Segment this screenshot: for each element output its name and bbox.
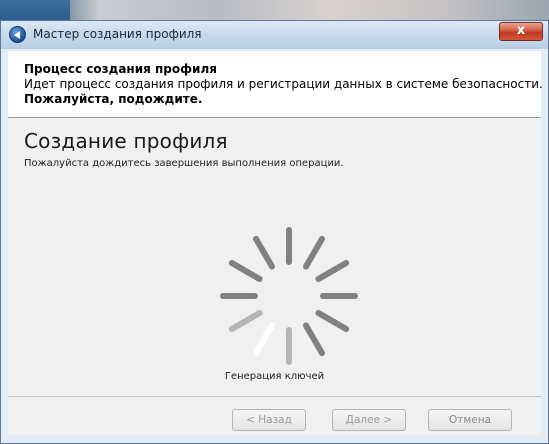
wizard-header: Процесс создания профиля Идет процесс со… [8,51,543,118]
back-button[interactable]: < Назад [232,409,306,431]
wizard-content: Процесс создания профиля Идет процесс со… [8,51,543,435]
wizard-app-icon [9,26,26,43]
footer-divider [8,396,541,397]
header-title: Процесс создания профиля [24,62,217,76]
window-title: Мастер создания профиля [33,27,202,41]
cancel-button[interactable]: Отмена [428,409,512,431]
wizard-window: Мастер создания профиля x Процесс создан… [0,20,549,444]
next-button[interactable]: Далее > [332,409,406,431]
spinner-spoke [253,235,275,270]
spinner-spoke [303,322,325,357]
title-bar[interactable]: Мастер создания профиля x [1,21,548,49]
header-wait-text: Пожалуйста, подождите. [24,92,203,106]
spinner-spoke [253,322,275,357]
desktop-background [0,0,549,22]
header-description: Идет процесс создания профиля и регистра… [24,77,543,91]
section-subtitle: Пожалуйста дождитесь завершения выполнен… [24,158,344,169]
desktop-taskbar-corner [0,0,70,22]
spinner-spoke [228,260,263,282]
spinner-spoke [303,235,325,270]
spinner-spoke [315,310,350,332]
spinner-spoke [315,260,350,282]
loading-spinner-icon [220,227,358,365]
close-button[interactable]: x [499,22,543,41]
status-text: Генерация ключей [224,371,325,382]
spinner-spoke [228,310,263,332]
section-title: Создание профиля [24,129,228,153]
